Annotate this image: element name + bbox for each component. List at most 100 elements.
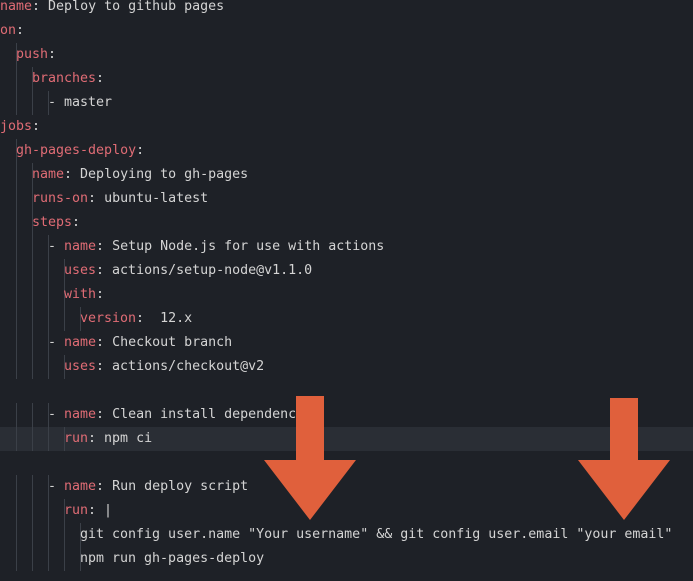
- code-line[interactable]: version: 12.x: [0, 307, 693, 331]
- indent-guide: [16, 475, 17, 499]
- yaml-separator: :: [96, 359, 113, 374]
- indent-guide: [16, 307, 17, 331]
- code-line[interactable]: push:: [0, 43, 693, 67]
- indent-guide: [64, 523, 65, 547]
- yaml-value: master: [64, 95, 113, 110]
- yaml-key: name: [64, 335, 97, 350]
- yaml-key: run: [64, 503, 89, 518]
- yaml-separator: :: [32, 0, 49, 14]
- yaml-key: with: [64, 287, 97, 302]
- yaml-value: npm run gh-pages-deploy: [80, 551, 265, 566]
- indent-guide: [64, 547, 65, 571]
- yaml-separator: :: [32, 119, 41, 134]
- arrow-down-shape: [578, 398, 670, 520]
- code-line-text: name: Deploying to gh-pages: [32, 163, 248, 187]
- yaml-key: runs-on: [32, 191, 89, 206]
- indent-guide: [16, 355, 17, 379]
- indent-guide: [16, 283, 17, 307]
- indent-guide: [48, 547, 49, 571]
- yaml-separator: :: [96, 71, 105, 86]
- indent-guide: [16, 403, 17, 427]
- list-dash: -: [48, 95, 65, 110]
- yaml-value: Checkout branch: [112, 335, 233, 350]
- arrow-down-icon: [578, 398, 670, 520]
- yaml-value: Deploy to github pages: [48, 0, 225, 14]
- code-line-text: on:: [0, 19, 24, 43]
- indent-guide: [32, 91, 33, 115]
- code-line-text: git config user.name "Your username" && …: [80, 523, 672, 547]
- code-line-text: - master: [48, 91, 112, 115]
- code-line-text: version: 12.x: [80, 307, 192, 331]
- indent-guide: [32, 235, 33, 259]
- indent-guide: [32, 427, 33, 451]
- yaml-separator: :: [88, 503, 105, 518]
- code-line[interactable]: name: Deploying to gh-pages: [0, 163, 693, 187]
- yaml-value: Setup Node.js for use with actions: [112, 239, 385, 254]
- yaml-value: npm ci: [104, 431, 153, 446]
- yaml-separator: :: [16, 23, 25, 38]
- yaml-separator: :: [96, 407, 113, 422]
- yaml-key: name: [0, 0, 33, 14]
- code-line-text: name: Deploy to github pages: [0, 0, 224, 19]
- list-dash: -: [48, 479, 65, 494]
- code-line[interactable]: on:: [0, 19, 693, 43]
- code-line-text: push:: [16, 43, 56, 67]
- indent-guide: [16, 523, 17, 547]
- yaml-key: name: [64, 479, 97, 494]
- yaml-separator: :: [96, 287, 105, 302]
- arrow-down-shape: [264, 396, 356, 520]
- indent-guide: [16, 163, 17, 187]
- code-line[interactable]: uses: actions/setup-node@v1.1.0: [0, 259, 693, 283]
- list-dash: -: [48, 335, 65, 350]
- indent-guide: [48, 259, 49, 283]
- indent-guide: [16, 499, 17, 523]
- code-line[interactable]: - master: [0, 91, 693, 115]
- code-line-text: uses: actions/setup-node@v1.1.0: [64, 259, 312, 283]
- code-line[interactable]: git config user.name "Your username" && …: [0, 523, 693, 547]
- indent-guide: [32, 499, 33, 523]
- yaml-separator: :: [96, 239, 113, 254]
- code-line[interactable]: gh-pages-deploy:: [0, 139, 693, 163]
- indent-guide: [48, 355, 49, 379]
- indent-guide: [16, 427, 17, 451]
- list-dash: -: [48, 239, 65, 254]
- yaml-key: branches: [32, 71, 97, 86]
- code-line-text: - name: Setup Node.js for use with actio…: [48, 235, 384, 259]
- yaml-separator: :: [96, 479, 113, 494]
- yaml-key: jobs: [0, 119, 33, 134]
- code-line[interactable]: branches:: [0, 67, 693, 91]
- indent-guide: [48, 523, 49, 547]
- yaml-value: |: [104, 503, 113, 518]
- code-line-text: runs-on: ubuntu-latest: [32, 187, 208, 211]
- yaml-key: run: [64, 431, 89, 446]
- code-line-text: steps:: [32, 211, 80, 235]
- yaml-key: name: [64, 407, 97, 422]
- yaml-separator: :: [72, 215, 81, 230]
- indent-guide: [48, 499, 49, 523]
- indent-guide: [48, 283, 49, 307]
- yaml-value: Deploying to gh-pages: [80, 167, 249, 182]
- code-line[interactable]: jobs:: [0, 115, 693, 139]
- yaml-key: steps: [32, 215, 73, 230]
- code-line[interactable]: npm run gh-pages-deploy: [0, 547, 693, 571]
- arrow-down-icon: [264, 396, 356, 520]
- code-line[interactable]: steps:: [0, 211, 693, 235]
- code-line[interactable]: name: Deploy to github pages: [0, 0, 693, 19]
- yaml-separator: :: [48, 47, 57, 62]
- indent-guide: [32, 283, 33, 307]
- yaml-key: uses: [64, 359, 97, 374]
- code-line-text: uses: actions/checkout@v2: [64, 355, 264, 379]
- code-line-text: branches:: [32, 67, 104, 91]
- code-line[interactable]: uses: actions/checkout@v2: [0, 355, 693, 379]
- code-line[interactable]: - name: Setup Node.js for use with actio…: [0, 235, 693, 259]
- code-line-text: gh-pages-deploy:: [16, 139, 144, 163]
- code-line[interactable]: runs-on: ubuntu-latest: [0, 187, 693, 211]
- indent-guide: [32, 547, 33, 571]
- code-line[interactable]: - name: Checkout branch: [0, 331, 693, 355]
- yaml-separator: :: [96, 335, 113, 350]
- code-line[interactable]: with:: [0, 283, 693, 307]
- yaml-value: 12.x: [160, 311, 193, 326]
- yaml-key: gh-pages-deploy: [16, 143, 137, 158]
- indent-guide: [32, 259, 33, 283]
- indent-guide: [32, 475, 33, 499]
